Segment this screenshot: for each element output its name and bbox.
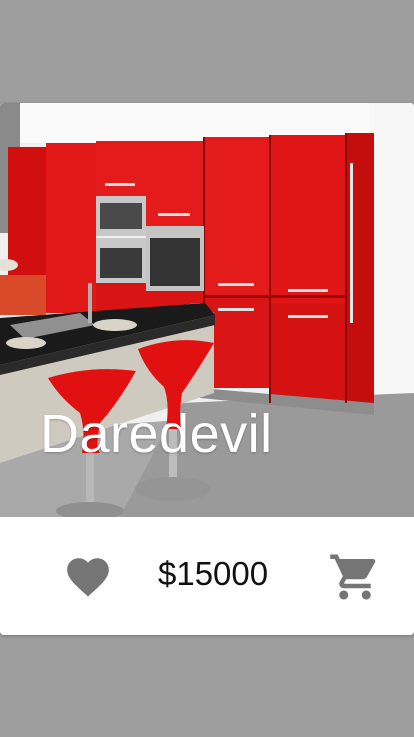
add-to-cart-button[interactable] <box>328 550 382 604</box>
product-image: Daredevil <box>0 103 414 517</box>
screen: Daredevil $15000 <box>0 0 414 737</box>
shopping-cart-icon <box>330 554 376 600</box>
product-card[interactable]: Daredevil $15000 <box>0 103 414 635</box>
product-price: $15000 <box>158 555 269 592</box>
product-name: Daredevil <box>40 404 273 464</box>
favorite-button[interactable] <box>62 552 114 602</box>
action-bar: $15000 <box>0 517 414 635</box>
heart-icon <box>67 558 109 597</box>
